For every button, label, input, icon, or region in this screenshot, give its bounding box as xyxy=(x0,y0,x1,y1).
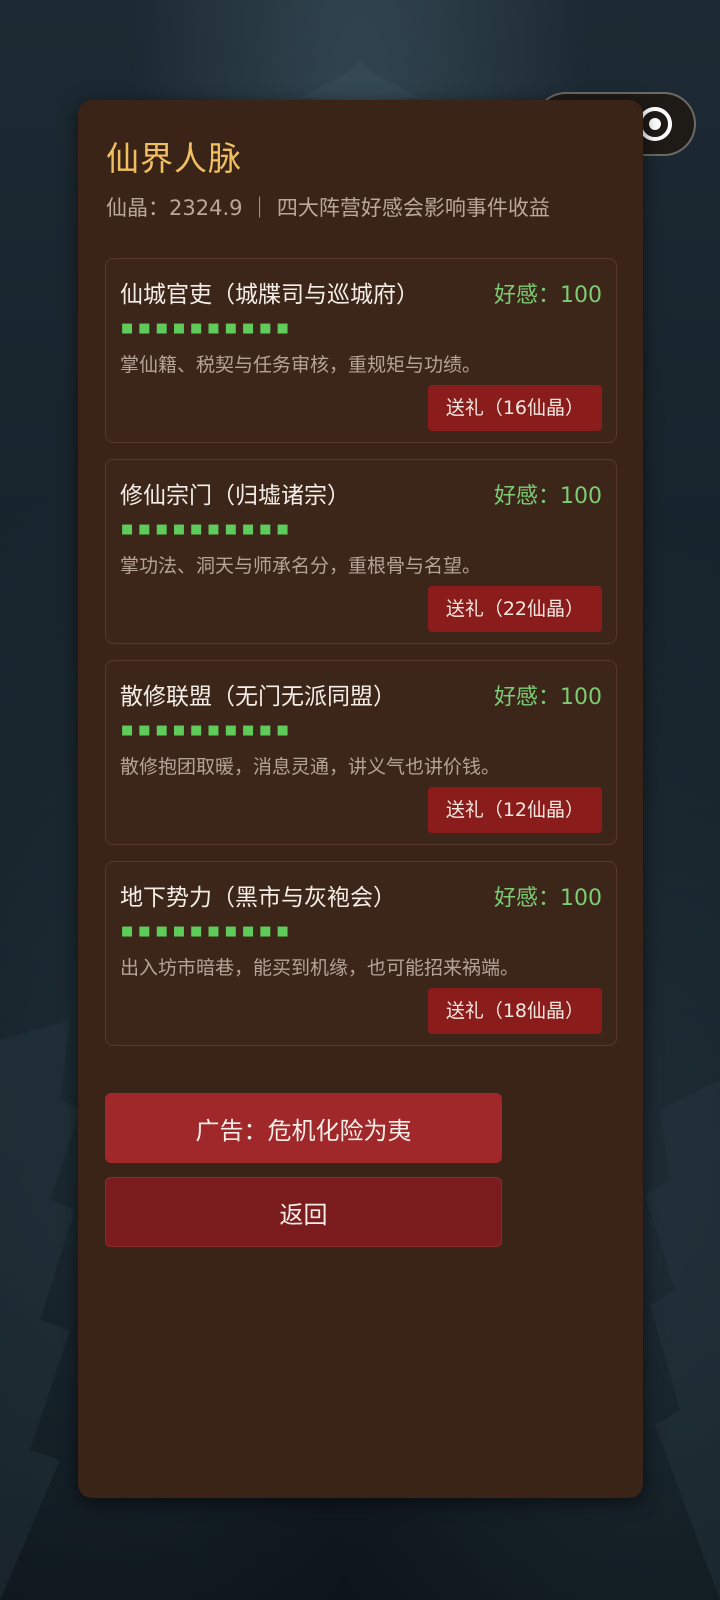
faction-card-sects: 修仙宗门（归墟诸宗） 好感：100 ■■■■■■■■■■ 掌功法、洞天与师承名分… xyxy=(105,459,617,644)
gift-button[interactable]: 送礼（18仙晶） xyxy=(427,988,602,1034)
background-pagoda-left xyxy=(0,1020,80,1600)
faction-description: 掌功法、洞天与师承名分，重根骨与名望。 xyxy=(120,555,482,577)
faction-description: 掌仙籍、税契与任务审核，重规矩与功绩。 xyxy=(120,354,482,376)
background-pagoda-right xyxy=(645,1080,720,1600)
gift-button[interactable]: 送礼（22仙晶） xyxy=(427,586,602,632)
favor-bar: ■■■■■■■■■■ xyxy=(121,924,294,939)
favor-bar: ■■■■■■■■■■ xyxy=(121,522,294,537)
gift-button[interactable]: 送礼（16仙晶） xyxy=(427,385,602,431)
faction-favor: 好感：100 xyxy=(494,685,602,710)
faction-favor: 好感：100 xyxy=(494,283,602,308)
favor-bar: ■■■■■■■■■■ xyxy=(121,321,294,336)
target-circle-icon xyxy=(638,107,672,141)
faction-card-underground: 地下势力（黑市与灰袍会） 好感：100 ■■■■■■■■■■ 出入坊市暗巷，能买… xyxy=(105,861,617,1046)
gift-button[interactable]: 送礼（12仙晶） xyxy=(427,787,602,833)
favor-bar: ■■■■■■■■■■ xyxy=(121,723,294,738)
panel-title: 仙界人脉 xyxy=(106,139,242,178)
faction-name: 地下势力（黑市与灰袍会） xyxy=(120,885,396,911)
faction-description: 散修抱团取暖，消息灵通，讲义气也讲价钱。 xyxy=(120,756,501,778)
faction-name: 修仙宗门（归墟诸宗） xyxy=(120,483,350,509)
faction-card-rogue-alliance: 散修联盟（无门无派同盟） 好感：100 ■■■■■■■■■■ 散修抱团取暖，消息… xyxy=(105,660,617,845)
faction-favor: 好感：100 xyxy=(494,484,602,509)
faction-name: 仙城官吏（城牒司与巡城府） xyxy=(120,282,419,308)
faction-card-officials: 仙城官吏（城牒司与巡城府） 好感：100 ■■■■■■■■■■ 掌仙籍、税契与任… xyxy=(105,258,617,443)
faction-favor: 好感：100 xyxy=(494,886,602,911)
relations-panel: 仙界人脉 仙晶：2324.9 ｜ 四大阵营好感会影响事件收益 仙城官吏（城牒司与… xyxy=(78,100,643,1498)
watch-ad-button[interactable]: 广告：危机化险为夷 xyxy=(105,1093,502,1163)
back-button[interactable]: 返回 xyxy=(105,1177,502,1247)
panel-subtitle: 仙晶：2324.9 ｜ 四大阵营好感会影响事件收益 xyxy=(106,196,550,220)
faction-description: 出入坊市暗巷，能买到机缘，也可能招来祸端。 xyxy=(120,957,520,979)
faction-name: 散修联盟（无门无派同盟） xyxy=(120,684,396,710)
